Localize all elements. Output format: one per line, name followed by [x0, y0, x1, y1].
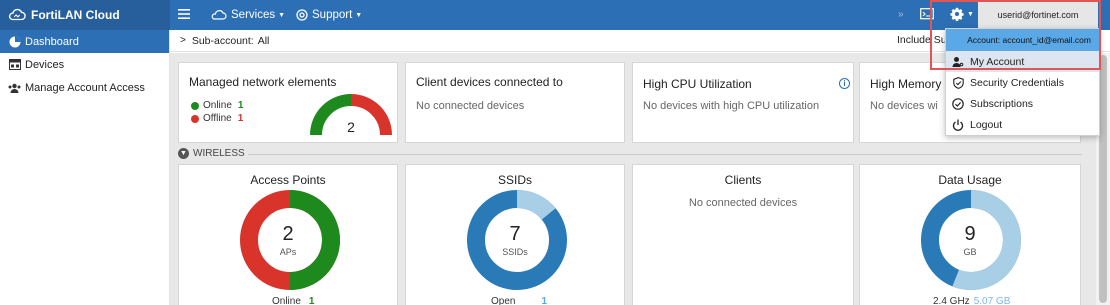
card-title: High Memory U	[870, 77, 954, 91]
account-dropdown-menu: Account: account_id@email.com My Account…	[945, 28, 1100, 136]
legend-open: Open 1	[491, 296, 547, 305]
services-menu[interactable]: Services ▼	[211, 0, 285, 30]
users-icon	[8, 82, 21, 94]
wireless-section-header[interactable]: ▼ WIRELESS	[178, 148, 245, 159]
donut-unit: SSIDs	[502, 247, 528, 257]
cloud-services-icon	[211, 10, 227, 20]
caret-down-icon: ▼	[278, 11, 286, 19]
hamburger-menu-icon[interactable]	[178, 8, 190, 20]
support-icon	[296, 9, 308, 21]
sidebar-item-label: Manage Account Access	[25, 81, 145, 94]
section-label: WIRELESS	[193, 148, 245, 159]
caret-down-icon: ▼	[355, 11, 363, 19]
legend-value: 1	[541, 296, 548, 305]
menu-item-security-credentials[interactable]: Security Credentials	[946, 72, 1099, 93]
client-devices-card: Client devices connected to No connected…	[405, 62, 625, 143]
card-title: Access Points	[250, 173, 326, 187]
online-count: 1	[237, 100, 244, 111]
offline-dot-icon	[191, 114, 199, 123]
high-cpu-card: High CPU Utilization i No devices with h…	[632, 62, 854, 143]
gauge-value: 2	[347, 119, 355, 135]
card-title: High CPU Utilization	[643, 77, 752, 91]
info-icon[interactable]: i	[839, 78, 850, 89]
user-account-tab[interactable]: userid@fortinet.com	[978, 2, 1098, 28]
cloud-logo-icon	[8, 8, 26, 21]
app-name: FortiLAN Cloud	[31, 8, 120, 22]
card-title: Client devices connected to	[416, 75, 563, 89]
sidebar-item-devices[interactable]: Devices	[0, 53, 169, 76]
donut-value: 9	[964, 223, 976, 245]
clients-card: Clients No connected devices	[632, 164, 854, 305]
dashboard-icon	[8, 36, 21, 48]
sub-account-value[interactable]: All	[258, 35, 270, 47]
online-dot-icon	[191, 101, 199, 110]
online-status[interactable]: Online 1	[191, 100, 243, 111]
sidebar-item-label: Dashboard	[25, 35, 79, 48]
top-navigation-bar: FortiLAN Cloud Services ▼ Support ▼ » ▼ …	[0, 0, 1110, 30]
collapse-toggle-icon[interactable]: ▼	[178, 148, 189, 159]
user-key-icon	[952, 56, 964, 68]
card-title: Clients	[724, 173, 762, 187]
card-title: SSIDs	[497, 173, 532, 187]
ssids-card: SSIDs 7 SSIDs Open 1	[405, 164, 625, 305]
menu-item-label: My Account	[970, 55, 1025, 68]
include-sub-accounts-toggle[interactable]: Include Su	[897, 34, 947, 46]
devices-icon	[8, 59, 21, 71]
support-menu[interactable]: Support ▼	[296, 0, 362, 30]
access-points-card: Access Points 2 APs Online 1	[178, 164, 398, 305]
brand[interactable]: FortiLAN Cloud	[0, 0, 170, 30]
donut-value: 2	[282, 223, 294, 245]
section-divider	[248, 154, 1082, 155]
managed-network-elements-card: Managed network elements Online 1 Offlin…	[178, 62, 398, 143]
sidebar-item-label: Devices	[25, 58, 65, 71]
donut-unit: GB	[963, 247, 977, 257]
settings-menu[interactable]: ▼	[950, 7, 974, 21]
legend-online: Online 1	[272, 296, 314, 305]
menu-item-subscriptions[interactable]: Subscriptions	[946, 93, 1099, 114]
data-usage-card: Data Usage 9 GB 2.4 GHz 5.07 GB	[859, 164, 1081, 305]
empty-message: No connected devices	[688, 197, 798, 209]
legend-label: Open	[491, 296, 516, 305]
card-title: Managed network elements	[189, 75, 337, 89]
legend-label: Online	[272, 296, 301, 305]
sub-account-label: Sub-account:	[191, 34, 254, 47]
shield-icon	[952, 76, 964, 89]
services-label: Services	[231, 9, 276, 21]
empty-message: No connected devices	[416, 100, 525, 112]
legend-value: 1	[308, 296, 315, 305]
empty-message: No devices with high CPU utilization	[643, 100, 820, 112]
scrollbar-thumb[interactable]	[1099, 55, 1107, 303]
cli-console-icon[interactable]	[920, 8, 934, 21]
menu-item-logout[interactable]: Logout	[946, 114, 1099, 135]
menu-item-my-account[interactable]: My Account	[946, 51, 1099, 72]
empty-message: No devices wi	[870, 100, 938, 112]
menu-item-label: Subscriptions	[970, 97, 1034, 110]
legend-24ghz: 2.4 GHz 5.07 GB	[933, 296, 1010, 305]
online-label: Online	[203, 100, 232, 111]
power-icon	[952, 119, 964, 131]
menu-item-label: Logout	[970, 118, 1003, 131]
chevron-right-icon[interactable]: >	[180, 35, 186, 46]
donut-value: 7	[509, 223, 521, 245]
double-chevron-right-icon[interactable]: »	[898, 9, 904, 20]
check-circle-icon	[952, 97, 964, 110]
sidebar: Dashboard Devices Manage Account Access	[0, 30, 170, 305]
gear-icon	[950, 7, 964, 21]
sidebar-item-manage-account-access[interactable]: Manage Account Access	[0, 76, 169, 99]
offline-count: 1	[237, 113, 244, 124]
offline-label: Offline	[203, 113, 232, 124]
caret-down-icon: ▼	[967, 10, 974, 18]
sidebar-item-dashboard[interactable]: Dashboard	[0, 30, 169, 53]
legend-value: 5.07 GB	[973, 296, 1011, 305]
legend-label: 2.4 GHz	[933, 296, 970, 305]
menu-item-label: Security Credentials	[970, 76, 1064, 89]
donut-unit: APs	[279, 247, 297, 257]
support-label: Support	[312, 9, 353, 21]
card-title: Data Usage	[938, 173, 1002, 187]
offline-status[interactable]: Offline 1	[191, 113, 243, 124]
account-id-header: Account: account_id@email.com	[946, 29, 1099, 51]
